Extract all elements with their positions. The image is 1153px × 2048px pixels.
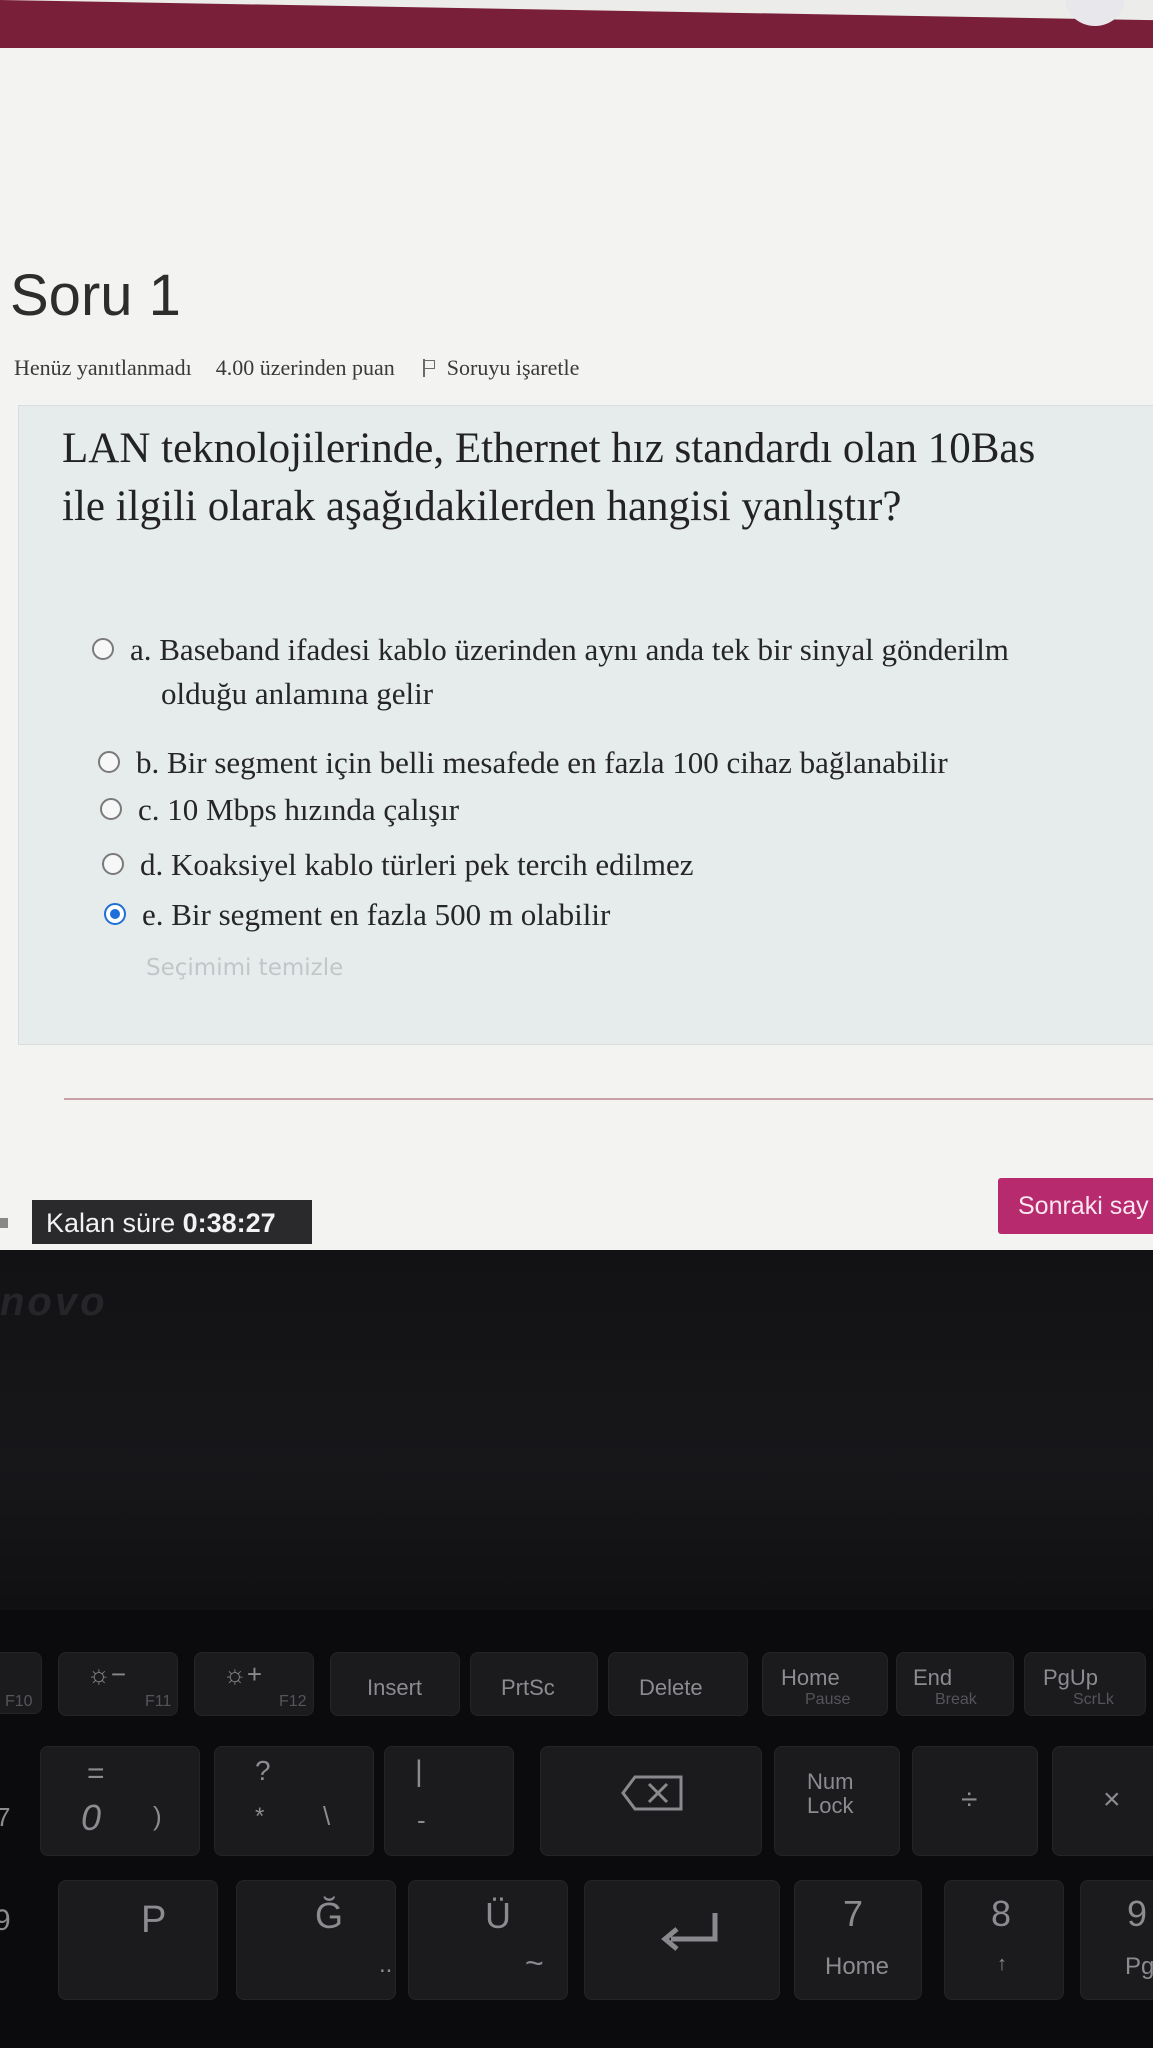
- key-zero[interactable]: = 0 ): [40, 1746, 200, 1856]
- question-text-line-1: LAN teknolojilerinde, Ethernet hız stand…: [62, 425, 1036, 472]
- question-text: LAN teknolojilerinde, Ethernet hız stand…: [62, 420, 1153, 536]
- radio-icon[interactable]: [98, 751, 120, 773]
- brightness-up-icon: ☼+: [223, 1659, 263, 1689]
- option-label: c. 10 Mbps hızında çalışır: [138, 792, 460, 827]
- question-status: Henüz yanıtlanmadı: [14, 355, 192, 380]
- radio-selected-icon[interactable]: [104, 903, 126, 925]
- answer-option-d[interactable]: d. Koaksiyel kablo türleri pek tercih ed…: [102, 847, 694, 883]
- brightness-down-icon: ☼−: [87, 1659, 127, 1689]
- key-f12[interactable]: ☼+ F12: [194, 1652, 314, 1716]
- radio-icon[interactable]: [92, 638, 114, 660]
- flag-icon[interactable]: [422, 359, 437, 377]
- key-delete[interactable]: Delete: [608, 1652, 748, 1716]
- key-f10[interactable]: F10: [0, 1652, 42, 1714]
- key-label-nine-left: 9: [0, 1904, 11, 1937]
- key-insert[interactable]: Insert: [330, 1652, 460, 1716]
- laptop-brand-logo: novo: [0, 1280, 108, 1324]
- option-label: e. Bir segment en fazla 500 m olabilir: [142, 897, 611, 932]
- key-numlock[interactable]: Num Lock: [774, 1746, 900, 1856]
- option-label: b. Bir segment için belli mesafede en fa…: [136, 745, 948, 780]
- clear-choice-link[interactable]: Seçimimi temizle: [146, 955, 343, 981]
- key-end-break[interactable]: End Break: [896, 1652, 1014, 1716]
- timer-label: Kalan süre: [46, 1208, 183, 1238]
- answer-option-a[interactable]: a. Baseband ifadesi kablo üzerinden aynı…: [92, 632, 1009, 712]
- key-prtsc[interactable]: PrtSc: [470, 1652, 598, 1716]
- time-remaining: Kalan süre 0:38:27: [32, 1200, 312, 1244]
- answer-option-c[interactable]: c. 10 Mbps hızında çalışır: [100, 792, 459, 828]
- screen-edge: [0, 1218, 8, 1228]
- next-page-button[interactable]: Sonraki say: [998, 1178, 1153, 1234]
- key-u-umlaut[interactable]: Ü ~: [408, 1880, 568, 2000]
- key-numpad-7[interactable]: 7 Home: [794, 1880, 922, 2000]
- key-dash[interactable]: | -: [384, 1746, 514, 1856]
- key-f11[interactable]: ☼− F11: [58, 1652, 178, 1716]
- question-title: Soru 1: [10, 263, 181, 328]
- question-points: 4.00 üzerinden puan: [215, 355, 395, 380]
- question-text-line-2: ile ilgili olarak aşağıdakilerden hangis…: [62, 483, 902, 530]
- radio-icon[interactable]: [102, 853, 124, 875]
- question-info: Henüz yanıtlanmadı 4.00 üzerinden puan S…: [14, 355, 579, 381]
- key-p[interactable]: P: [58, 1880, 218, 2000]
- divider: [64, 1098, 1153, 1100]
- key-label-seven-left: 7: [0, 1802, 11, 1832]
- key-multiply[interactable]: ×: [1052, 1746, 1153, 1856]
- laptop-bezel: [0, 1250, 1153, 1610]
- key-backspace[interactable]: [540, 1746, 762, 1856]
- enter-icon: [661, 1913, 718, 1951]
- answer-option-b[interactable]: b. Bir segment için belli mesafede en fa…: [98, 745, 948, 781]
- backspace-icon: [621, 1775, 683, 1811]
- key-pgup-scrlk[interactable]: PgUp ScrLk: [1024, 1652, 1146, 1716]
- browser-screen: Soru 1 Henüz yanıtlanmadı 4.00 üzerinden…: [0, 0, 1153, 1250]
- flag-question-link[interactable]: Soruyu işaretle: [447, 355, 580, 381]
- key-g-breve[interactable]: Ğ ..: [236, 1880, 396, 2000]
- timer-value: 0:38:27: [182, 1208, 276, 1238]
- key-divide[interactable]: ÷: [912, 1746, 1038, 1856]
- radio-icon[interactable]: [100, 798, 122, 820]
- option-label: d. Koaksiyel kablo türleri pek tercih ed…: [140, 847, 694, 882]
- option-label-continuation: olduğu anlamına gelir: [161, 676, 434, 711]
- key-numpad-9[interactable]: 9 Pg: [1080, 1880, 1153, 2000]
- key-enter[interactable]: [584, 1880, 780, 2000]
- answer-option-e[interactable]: e. Bir segment en fazla 500 m olabilir: [104, 897, 610, 933]
- key-numpad-8[interactable]: 8 ↑: [944, 1880, 1064, 2000]
- key-home-pause[interactable]: Home Pause: [762, 1652, 888, 1716]
- option-label: a. Baseband ifadesi kablo üzerinden aynı…: [130, 632, 1009, 667]
- key-star[interactable]: ? * \: [214, 1746, 374, 1856]
